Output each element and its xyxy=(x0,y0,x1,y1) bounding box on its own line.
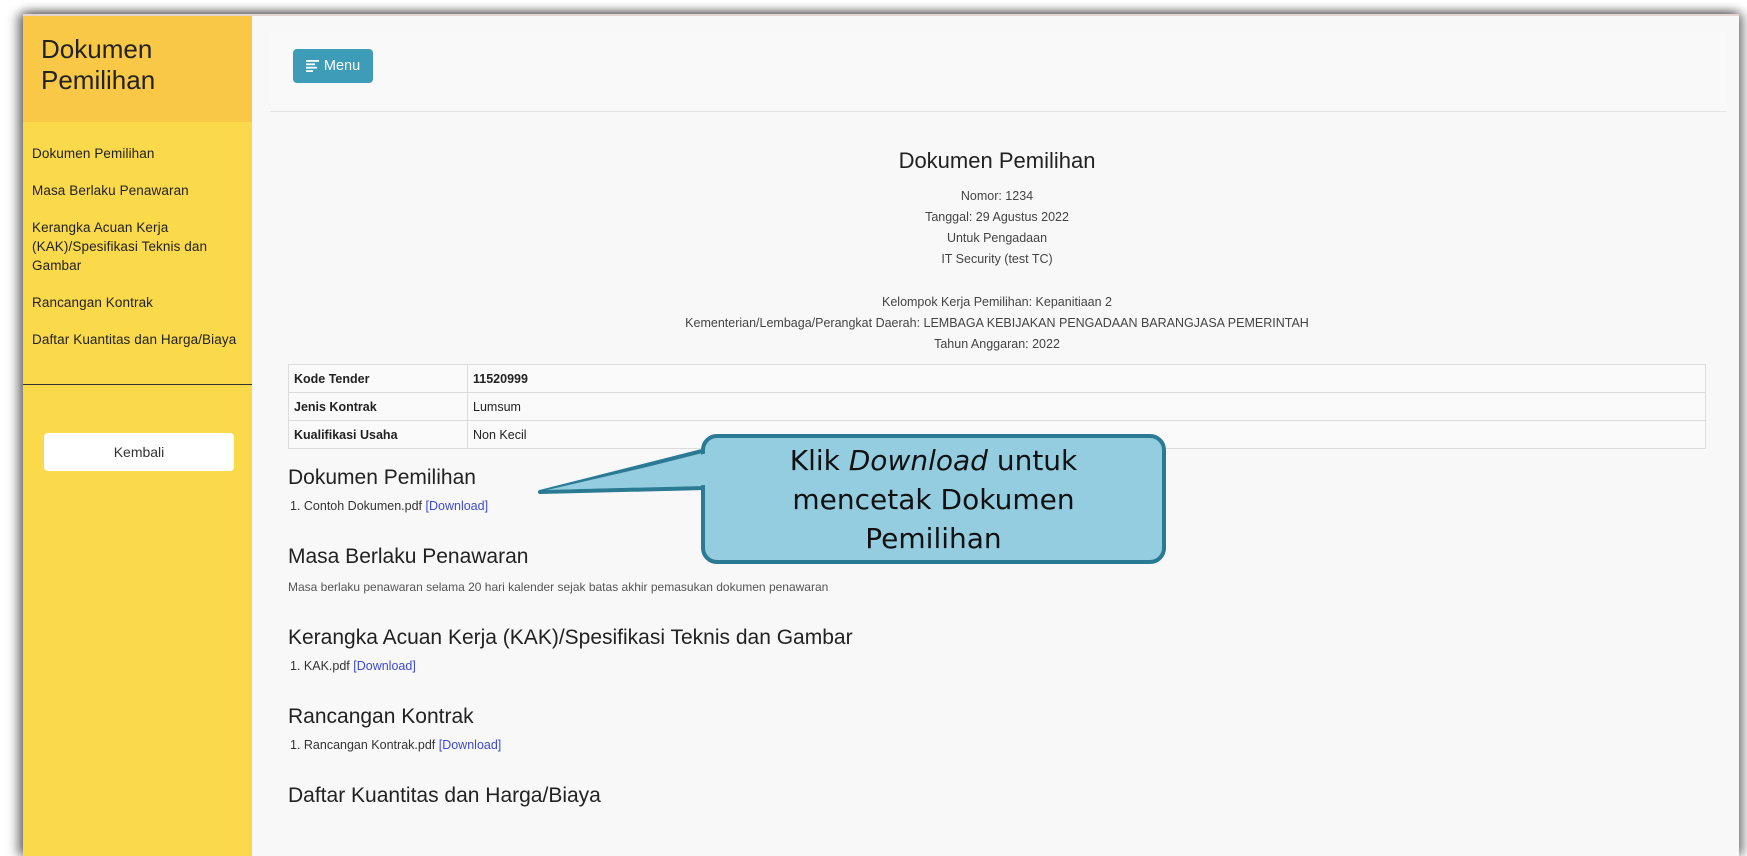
sidebar-header: Dokumen Pemilihan xyxy=(23,16,252,122)
table-row: Kode Tender 11520999 xyxy=(288,364,1706,393)
table-value: Lumsum xyxy=(467,392,1706,421)
file-line: 1. Rancangan Kontrak.pdf [Download] xyxy=(290,738,1706,752)
back-button[interactable]: Kembali xyxy=(44,433,234,471)
section-daftar-kuantitas: Daftar Kuantitas dan Harga/Biaya xyxy=(288,781,1706,811)
table-key: Jenis Kontrak xyxy=(288,392,468,421)
download-link[interactable]: [Download] xyxy=(353,659,416,673)
document-kementerian: Kementerian/Lembaga/Perangkat Daerah: LE… xyxy=(685,316,1309,330)
sidebar-item-kak[interactable]: Kerangka Acuan Kerja (KAK)/Spesifikasi T… xyxy=(32,218,242,275)
section-rancangan-kontrak: Rancangan Kontrak 1. Rancangan Kontrak.p… xyxy=(288,702,1706,752)
sidebar-nav: Dokumen Pemilihan Masa Berlaku Penawaran… xyxy=(23,122,252,349)
callout-text: Klik Download untuk mencetak Dokumen Pem… xyxy=(789,443,1078,555)
table-key: Kode Tender xyxy=(288,364,468,393)
sidebar-item-dokumen-pemilihan[interactable]: Dokumen Pemilihan xyxy=(32,144,242,163)
section-heading: Rancangan Kontrak xyxy=(288,705,474,728)
document-tahun: Tahun Anggaran: 2022 xyxy=(934,337,1060,351)
tutorial-callout: Klik Download untuk mencetak Dokumen Pem… xyxy=(701,434,1166,564)
section-description: Masa berlaku penawaran selama 20 hari ka… xyxy=(288,580,829,594)
sidebar-title-line1: Dokumen xyxy=(41,34,153,64)
section-kak: Kerangka Acuan Kerja (KAK)/Spesifikasi T… xyxy=(288,623,1706,673)
download-link[interactable]: [Download] xyxy=(426,499,489,513)
download-link[interactable]: [Download] xyxy=(439,738,502,752)
file-name: 1. Rancangan Kontrak.pdf xyxy=(290,738,436,752)
document-nomor: Nomor: 1234 xyxy=(960,189,1034,203)
sidebar-title-line2: Pemilihan xyxy=(41,65,156,95)
table-row: Jenis Kontrak Lumsum xyxy=(288,392,1706,421)
callout-emphasis: Download xyxy=(848,443,988,477)
section-heading: Daftar Kuantitas dan Harga/Biaya xyxy=(288,784,601,807)
document-title: Dokumen Pemilihan xyxy=(898,148,1096,173)
file-name: 1. KAK.pdf xyxy=(290,659,350,673)
menu-label: Menu xyxy=(323,58,361,74)
menu-button[interactable]: Menu xyxy=(293,49,373,83)
file-name: 1. Contoh Dokumen.pdf xyxy=(290,499,423,513)
section-heading: Kerangka Acuan Kerja (KAK)/Spesifikasi T… xyxy=(288,626,853,649)
sidebar-item-masa-berlaku[interactable]: Masa Berlaku Penawaran xyxy=(32,181,242,200)
hamburger-icon xyxy=(305,60,319,72)
sidebar-title: Dokumen Pemilihan xyxy=(41,34,234,96)
document-tanggal: Tanggal: 29 Agustus 2022 xyxy=(925,210,1069,224)
file-line: 1. KAK.pdf [Download] xyxy=(290,659,1706,673)
table-value: 11520999 xyxy=(467,364,1706,393)
document-kelompok: Kelompok Kerja Pemilihan: Kepanitiaan 2 xyxy=(882,295,1112,309)
document-header: Dokumen Pemilihan Nomor: 1234 Tanggal: 2… xyxy=(288,100,1706,355)
sidebar-item-rancangan-kontrak[interactable]: Rancangan Kontrak xyxy=(32,293,242,312)
sidebar-item-daftar-kuantitas[interactable]: Daftar Kuantitas dan Harga/Biaya xyxy=(32,330,242,349)
sidebar-divider xyxy=(23,384,252,385)
document-paket: IT Security (test TC) xyxy=(941,252,1053,266)
document-untuk: Untuk Pengadaan xyxy=(946,231,1048,245)
table-key: Kualifikasi Usaha xyxy=(288,420,468,449)
